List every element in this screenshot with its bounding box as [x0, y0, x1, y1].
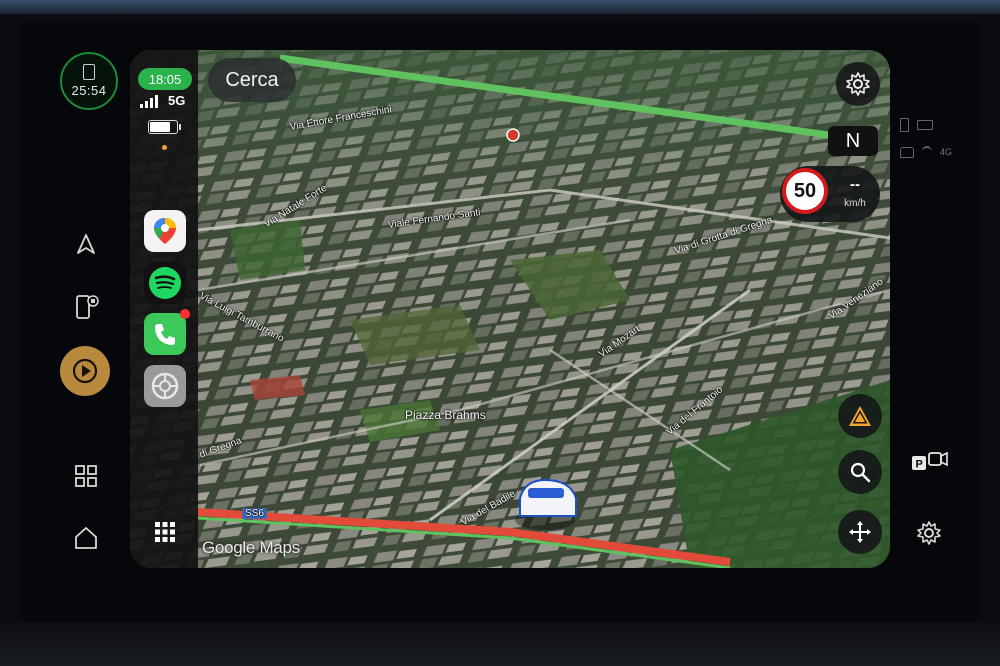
- carplay-dock: 18:05 5G: [130, 50, 198, 568]
- gear-icon: [846, 72, 870, 96]
- speed-unit: km/h: [844, 198, 866, 209]
- phone-icon: [155, 324, 175, 345]
- search-icon: [850, 462, 871, 483]
- car-status-area: 4G: [900, 118, 952, 172]
- pan-map-button[interactable]: [838, 510, 882, 554]
- search-button[interactable]: Cerca: [208, 58, 296, 102]
- screen-bezel-top: [0, 0, 1000, 14]
- mic-indicator-icon: [162, 145, 167, 150]
- phone-app[interactable]: [144, 309, 190, 355]
- car-status-icon: [900, 146, 914, 158]
- car-clock-button[interactable]: 25:54: [60, 52, 118, 110]
- car-network-type: 4G: [940, 147, 953, 157]
- current-speed: --: [850, 176, 860, 193]
- home-icon[interactable]: [72, 524, 100, 552]
- app-grid-icon[interactable]: [155, 522, 175, 547]
- carplay-screen: Via Ettore Franceschini Viale Fernando S…: [130, 50, 890, 568]
- navigation-arrow-icon[interactable]: [72, 230, 100, 258]
- battery-status-icon: [917, 120, 933, 130]
- svg-text:P: P: [916, 459, 923, 471]
- settings-icon: [151, 372, 179, 400]
- speed-panel: 50 -- km/h: [780, 166, 880, 222]
- spotify-app[interactable]: [144, 262, 186, 304]
- google-maps-icon: [154, 218, 176, 244]
- report-incident-button[interactable]: [838, 394, 882, 438]
- street-label: Piazza Brahms: [405, 408, 486, 422]
- screen-bezel-bottom: [0, 622, 1000, 666]
- speed-limit-sign: 50: [782, 168, 828, 214]
- grid-apps-icon[interactable]: [72, 462, 100, 490]
- road-shield: SS6: [242, 508, 267, 519]
- search-map-button[interactable]: [838, 450, 882, 494]
- settings-gear-icon[interactable]: [914, 518, 944, 548]
- map-attribution: Google Maps: [202, 538, 300, 557]
- signal-bars-icon: [140, 94, 158, 108]
- spotify-icon: [149, 267, 181, 299]
- google-maps-app[interactable]: [144, 210, 186, 252]
- warning-icon: [849, 406, 871, 426]
- map-settings-button[interactable]: [836, 62, 880, 106]
- phone-projection-icon[interactable]: [72, 292, 102, 322]
- network-type: 5G: [168, 93, 186, 108]
- compass-button[interactable]: N: [828, 126, 878, 156]
- notification-badge: [180, 309, 190, 319]
- move-arrows-icon: [849, 521, 871, 543]
- carplay-play-icon[interactable]: [60, 346, 110, 396]
- parking-camera-icon[interactable]: P: [910, 446, 950, 478]
- battery-icon: [148, 120, 181, 134]
- phone-status-icon: [900, 118, 909, 132]
- wifi-status-icon: [922, 146, 932, 158]
- car-clock: 25:54: [71, 83, 107, 98]
- status-time: 18:05: [138, 68, 192, 90]
- clock-phone-icon: [83, 64, 95, 80]
- current-location-marker: [515, 478, 577, 530]
- settings-app[interactable]: [144, 365, 186, 407]
